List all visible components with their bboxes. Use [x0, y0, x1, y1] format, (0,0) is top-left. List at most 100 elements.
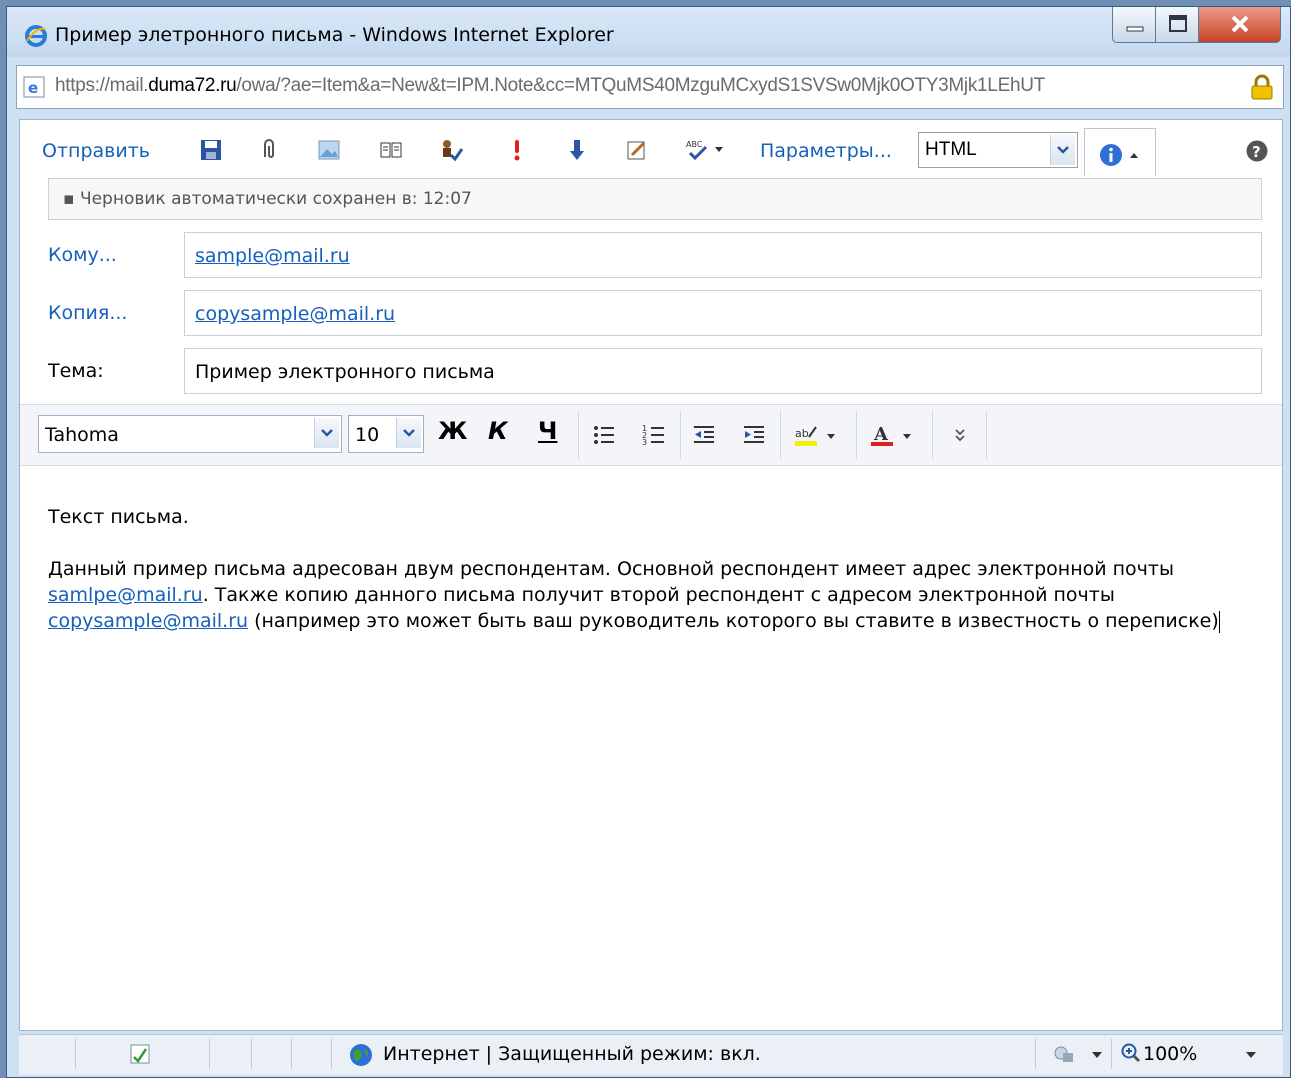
separator — [780, 411, 781, 459]
window-title: Пример элетронного письма - Windows Inte… — [55, 24, 614, 46]
insert-image-icon[interactable] — [316, 137, 342, 163]
importance-low-icon[interactable] — [564, 137, 590, 163]
separator — [856, 411, 857, 459]
cc-field[interactable]: copysample@mail.ru — [184, 290, 1262, 336]
browser-window: Пример элетронного письма - Windows Inte… — [6, 6, 1291, 1078]
check-names-icon[interactable] — [438, 137, 464, 163]
to-field[interactable]: sample@mail.ru — [184, 232, 1262, 278]
minimize-icon — [1126, 26, 1144, 32]
send-button[interactable]: Отправить — [42, 140, 150, 162]
body-email-link[interactable]: copysample@mail.ru — [48, 610, 248, 632]
message-body[interactable]: Текст письма. Данный пример письма адрес… — [48, 504, 1258, 660]
separator — [986, 411, 987, 459]
chevron-down-icon[interactable] — [1245, 1051, 1257, 1059]
svg-text:ab: ab — [795, 427, 809, 440]
increase-indent-icon[interactable] — [742, 423, 766, 447]
minimize-button[interactable] — [1112, 7, 1156, 43]
body-line: Текст письма. — [48, 506, 189, 528]
svg-text:ABC: ABC — [686, 140, 703, 149]
status-divider — [1035, 1039, 1036, 1069]
message-format-select[interactable]: HTML — [918, 132, 1078, 168]
status-divider — [209, 1039, 210, 1069]
options-button[interactable]: Параметры... — [760, 140, 892, 162]
bold-button[interactable]: Ж — [438, 417, 467, 445]
dropdown-arrow[interactable] — [314, 418, 339, 448]
font-name-value: Tahoma — [45, 424, 119, 446]
bullets-icon[interactable] — [592, 423, 616, 447]
draft-notice: ▪ Черновик автоматически сохранен в: 12:… — [48, 178, 1262, 220]
chevron-down-icon — [321, 429, 333, 437]
zoom-level[interactable]: 100% — [1143, 1043, 1197, 1065]
chevron-down-icon[interactable] — [900, 423, 914, 447]
status-bar: Интернет | Защищенный режим: вкл. 100% — [19, 1034, 1283, 1075]
body-email-link[interactable]: samlpe@mail.ru — [48, 584, 203, 606]
underline-button[interactable]: Ч — [538, 417, 557, 445]
font-color-icon[interactable]: A — [870, 423, 894, 447]
lock-icon[interactable] — [1249, 74, 1275, 100]
url-text[interactable]: https://mail.duma72.ru/owa/?ae=Item&a=Ne… — [55, 75, 1045, 97]
save-icon[interactable] — [198, 137, 224, 163]
font-size-select[interactable]: 10 — [348, 415, 424, 453]
page-icon: e — [23, 76, 45, 98]
maximize-button[interactable] — [1155, 7, 1199, 43]
format-value: HTML — [925, 139, 977, 160]
text-cursor — [1218, 610, 1220, 633]
address-book-icon[interactable] — [378, 137, 404, 163]
status-divider — [251, 1039, 252, 1069]
to-recipient[interactable]: sample@mail.ru — [195, 245, 350, 267]
status-divider — [1111, 1039, 1112, 1069]
ie-logo-icon — [25, 25, 47, 47]
chevron-down-icon — [403, 429, 415, 437]
internet-zone-icon — [350, 1044, 372, 1066]
signature-icon[interactable] — [624, 137, 650, 163]
compose-area: Отправить ABC Параметры... HTML ? ▪ Черн… — [19, 119, 1283, 1031]
chevron-down-icon[interactable] — [824, 423, 838, 447]
page-status-icon[interactable] — [129, 1043, 151, 1065]
help-icon[interactable]: ? — [1246, 140, 1268, 162]
spell-check-icon[interactable]: ABC — [684, 137, 710, 163]
more-options-icon[interactable] — [948, 423, 972, 447]
attach-icon[interactable] — [256, 137, 282, 163]
separator — [680, 411, 681, 459]
svg-text:?: ? — [1252, 143, 1261, 161]
status-divider — [291, 1039, 292, 1069]
maximize-icon — [1169, 15, 1187, 32]
title-bar[interactable]: Пример элетронного письма - Windows Inte… — [7, 7, 1290, 57]
body-paragraph: Данный пример письма адресован двум респ… — [48, 558, 1220, 633]
status-divider — [331, 1039, 332, 1069]
close-button[interactable] — [1198, 7, 1281, 43]
importance-high-icon[interactable] — [504, 137, 530, 163]
separator — [932, 411, 933, 459]
subject-field[interactable]: Пример электронного письма — [184, 348, 1262, 394]
dropdown-arrow[interactable] — [396, 418, 421, 448]
address-bar[interactable]: e https://mail.duma72.ru/owa/?ae=Item&a=… — [16, 65, 1284, 109]
chevron-down-icon — [1057, 146, 1069, 154]
zoom-icon — [1121, 1043, 1141, 1063]
security-icon[interactable] — [1053, 1043, 1075, 1065]
chevron-down-icon[interactable] — [712, 142, 726, 156]
to-button[interactable]: Кому... — [48, 244, 117, 266]
separator — [578, 411, 579, 459]
decrease-indent-icon[interactable] — [692, 423, 716, 447]
subject-label: Тема: — [48, 360, 104, 382]
svg-text:3: 3 — [642, 438, 647, 447]
font-name-select[interactable]: Tahoma — [38, 415, 342, 453]
zone-text[interactable]: Интернет | Защищенный режим: вкл. — [383, 1043, 761, 1065]
cc-button[interactable]: Копия... — [48, 302, 127, 324]
chevron-down-icon[interactable] — [1091, 1051, 1103, 1059]
status-divider — [75, 1039, 76, 1069]
dropdown-arrow[interactable] — [1050, 135, 1075, 165]
info-icon — [1100, 144, 1122, 166]
svg-text:A: A — [873, 424, 889, 445]
font-size-value: 10 — [355, 424, 380, 446]
svg-text:e: e — [28, 79, 38, 97]
cc-recipient[interactable]: copysample@mail.ru — [195, 303, 395, 325]
italic-button[interactable]: К — [488, 417, 508, 445]
compose-toolbar: Отправить ABC Параметры... HTML ? — [20, 120, 1282, 176]
highlight-icon[interactable]: ab — [794, 423, 818, 447]
chevron-up-icon — [1130, 153, 1138, 158]
draft-notice-text: ▪ Черновик автоматически сохранен в: 12:… — [63, 189, 472, 209]
info-tab[interactable] — [1084, 128, 1156, 176]
close-icon — [1231, 15, 1249, 33]
numbering-icon[interactable]: 123 — [642, 423, 666, 447]
